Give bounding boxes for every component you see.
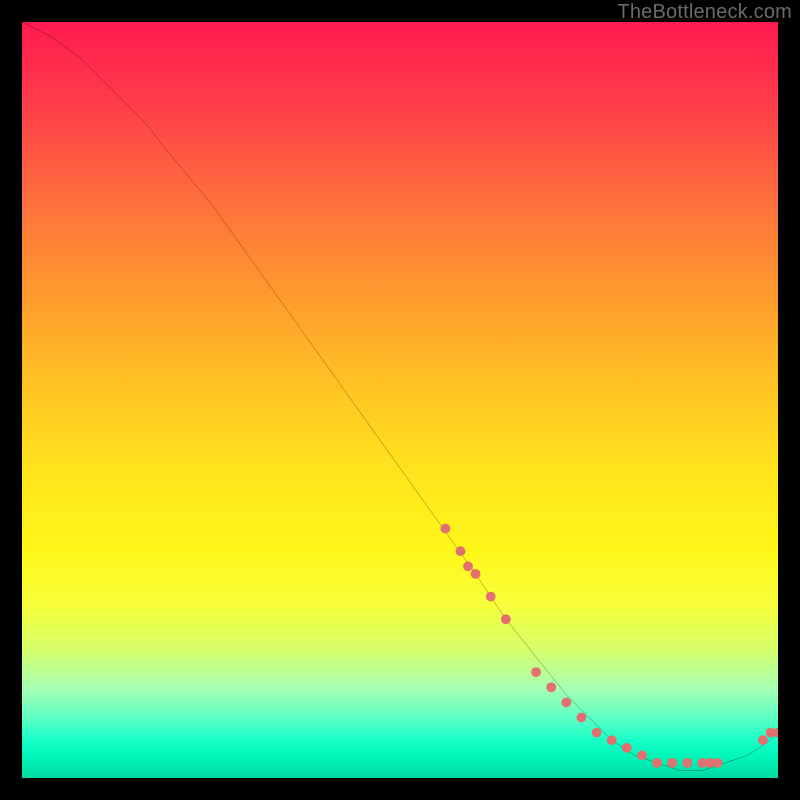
watermark-text: TheBottleneck.com (617, 0, 792, 24)
data-dot (607, 735, 617, 745)
bottleneck-curve (22, 22, 778, 770)
data-dot (622, 743, 632, 753)
data-dots (440, 524, 778, 768)
data-dot (592, 728, 602, 738)
data-dot (463, 561, 473, 571)
data-dot (577, 713, 587, 723)
data-dot (501, 614, 511, 624)
data-dot (713, 758, 723, 768)
data-dot (667, 758, 677, 768)
data-dot (758, 735, 768, 745)
data-dot (561, 697, 571, 707)
data-dot (456, 546, 466, 556)
data-dot (440, 524, 450, 534)
data-dot (531, 667, 541, 677)
data-dot (682, 758, 692, 768)
data-dot (652, 758, 662, 768)
data-dot (486, 592, 496, 602)
data-dot (637, 750, 647, 760)
chart-svg (22, 22, 778, 778)
data-dot (471, 569, 481, 579)
plot-area (22, 22, 778, 778)
chart-container: TheBottleneck.com (0, 0, 800, 800)
data-dot (546, 682, 556, 692)
